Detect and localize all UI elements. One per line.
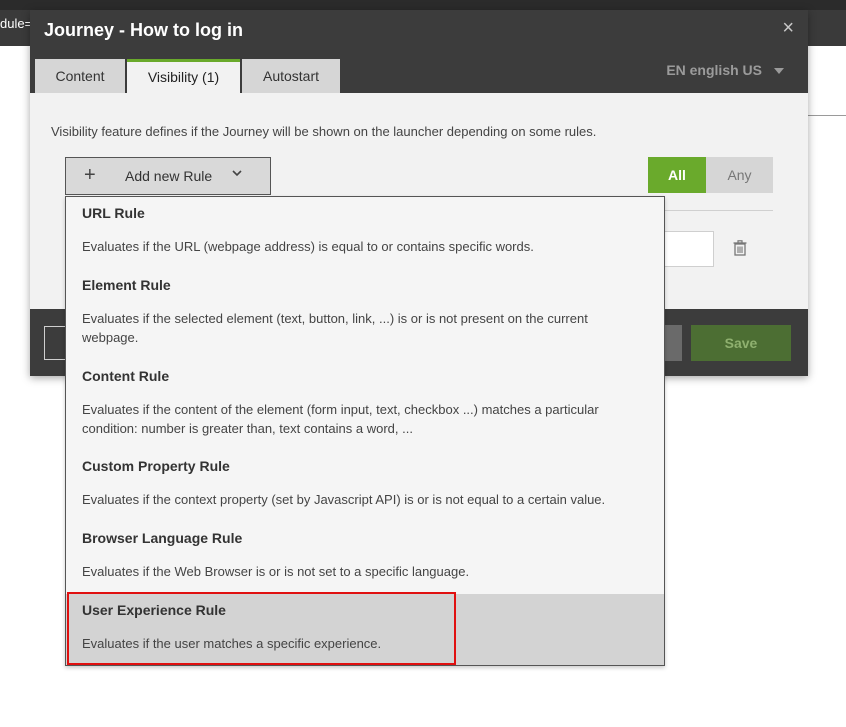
rule-separator	[664, 210, 773, 211]
add-new-rule-button[interactable]: + Add new Rule	[65, 157, 271, 195]
menu-item-description: Evaluates if the user matches a specific…	[82, 636, 382, 651]
add-new-rule-label: Add new Rule	[125, 168, 213, 184]
visibility-description: Visibility feature defines if the Journe…	[51, 124, 597, 139]
menu-item-title: Browser Language Rule	[82, 530, 243, 546]
menu-item-content-rule[interactable]: Content Rule Evaluates if the content of…	[66, 360, 664, 448]
background-divider	[808, 115, 846, 116]
modal-title: Journey - How to log in	[44, 20, 243, 40]
browser-top-edge	[0, 0, 846, 10]
modal-header: Journey - How to log in × Content Visibi…	[30, 10, 808, 93]
save-button[interactable]: Save	[691, 325, 791, 361]
caret-down-icon	[774, 68, 784, 75]
close-icon[interactable]: ×	[782, 18, 794, 38]
tab-autostart[interactable]: Autostart	[242, 59, 340, 93]
menu-item-browser-language-rule[interactable]: Browser Language Rule Evaluates if the W…	[66, 522, 664, 592]
menu-item-title: URL Rule	[82, 205, 145, 221]
match-all-toggle[interactable]: All	[648, 157, 706, 193]
language-label: EN english US	[666, 62, 762, 78]
language-selector[interactable]: EN english US	[666, 62, 784, 78]
menu-item-description: Evaluates if the content of the element …	[82, 402, 599, 436]
menu-item-title: Custom Property Rule	[82, 458, 230, 474]
menu-item-description: Evaluates if the URL (webpage address) i…	[82, 239, 534, 254]
menu-item-element-rule[interactable]: Element Rule Evaluates if the selected e…	[66, 269, 664, 357]
menu-item-description: Evaluates if the context property (set b…	[82, 492, 606, 507]
menu-item-title: User Experience Rule	[82, 602, 226, 618]
match-any-toggle[interactable]: Any	[706, 157, 773, 193]
plus-icon: +	[84, 164, 96, 186]
rule-type-dropdown: URL Rule Evaluates if the URL (webpage a…	[65, 196, 665, 666]
menu-item-description: Evaluates if the selected element (text,…	[82, 311, 588, 345]
menu-item-title: Element Rule	[82, 277, 171, 293]
background-url-text: dule=	[0, 16, 33, 31]
menu-item-title: Content Rule	[82, 368, 170, 384]
menu-item-user-experience-rule[interactable]: User Experience Rule Evaluates if the us…	[66, 594, 664, 665]
menu-item-url-rule[interactable]: URL Rule Evaluates if the URL (webpage a…	[66, 197, 664, 267]
rule-value-input[interactable]	[664, 231, 714, 267]
trash-icon[interactable]	[733, 240, 747, 256]
menu-item-description: Evaluates if the Web Browser is or is no…	[82, 564, 470, 579]
menu-item-custom-property-rule[interactable]: Custom Property Rule Evaluates if the co…	[66, 450, 664, 520]
tab-content[interactable]: Content	[35, 59, 125, 93]
chevron-down-icon	[232, 170, 242, 177]
tab-visibility[interactable]: Visibility (1)	[127, 59, 240, 93]
